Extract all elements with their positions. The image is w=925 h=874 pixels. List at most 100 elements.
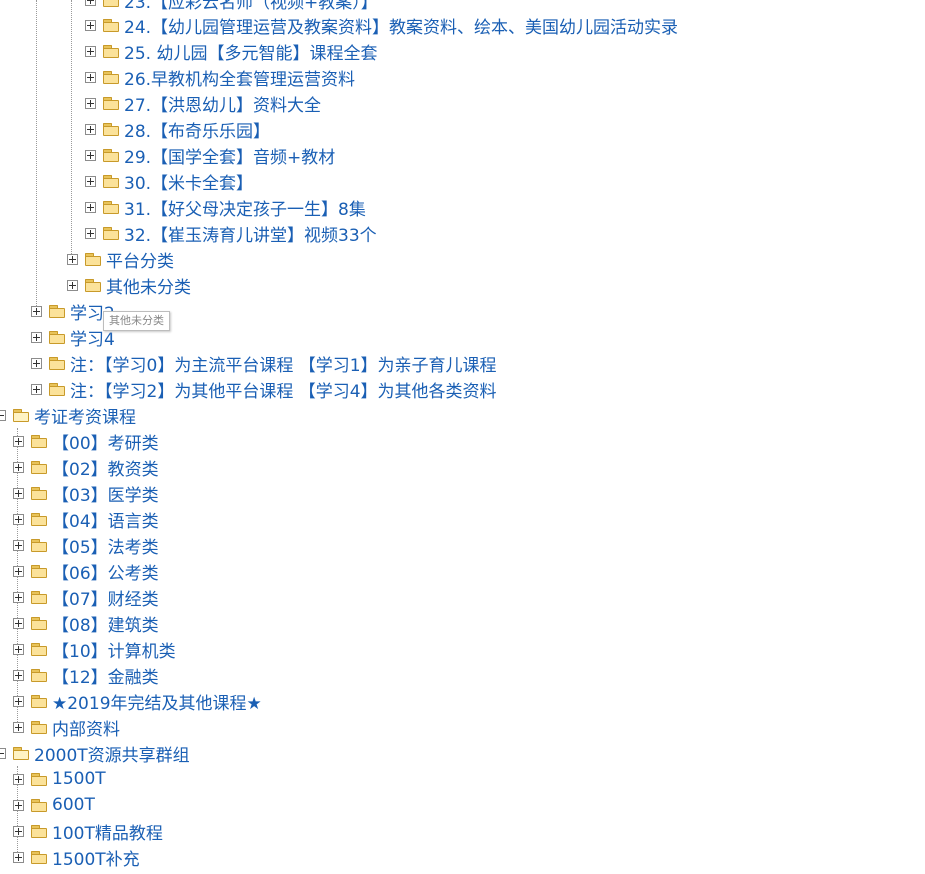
expand-icon[interactable]: [13, 487, 24, 499]
tree-node-label[interactable]: 31.【好父母决定孩子一生】8集: [124, 195, 366, 220]
tree-node-label[interactable]: 平台分类: [106, 247, 174, 272]
tree-node-label[interactable]: 【04】语言类: [52, 507, 159, 532]
expand-icon[interactable]: [13, 643, 24, 655]
tree-node[interactable]: 【02】教资类: [13, 454, 159, 480]
tree-node[interactable]: 25. 幼儿园【多元智能】课程全套: [85, 38, 377, 64]
tree-node[interactable]: 【07】财经类: [13, 584, 159, 610]
tree-node[interactable]: 注：【学习0】为主流平台课程 【学习1】为亲子育儿课程: [31, 350, 497, 376]
tree-node[interactable]: 其他未分类: [67, 272, 191, 298]
expand-icon[interactable]: [13, 591, 24, 603]
tree-node-label[interactable]: 【00】考研类: [52, 429, 159, 454]
folder-icon: [31, 643, 47, 656]
tree-node-label[interactable]: 25. 幼儿园【多元智能】课程全套: [124, 39, 377, 64]
expand-icon[interactable]: [31, 383, 42, 395]
tree-node-label[interactable]: ★2019年完结及其他课程★: [52, 689, 262, 714]
tree-node-label[interactable]: 【07】财经类: [52, 585, 159, 610]
expand-icon[interactable]: [13, 799, 24, 811]
tree-group-label[interactable]: 考证考资课程: [34, 403, 136, 428]
expand-icon[interactable]: [85, 149, 96, 161]
tree-node[interactable]: 26.早教机构全套管理运营资料: [85, 64, 355, 90]
expand-icon[interactable]: [13, 461, 24, 473]
tree-node[interactable]: 【12】金融类: [13, 662, 159, 688]
tree-node[interactable]: 【04】语言类: [13, 506, 159, 532]
tree-node[interactable]: 27.【洪恩幼儿】资料大全: [85, 90, 321, 116]
tree-node-label[interactable]: 24.【幼儿园管理运营及教案资料】教案资料、绘本、美国幼儿园活动实录: [124, 13, 678, 38]
expand-icon[interactable]: [67, 279, 78, 291]
tree-group-label[interactable]: 2000T资源共享群组: [34, 741, 190, 766]
expand-icon[interactable]: [13, 565, 24, 577]
tree-node-label[interactable]: 【02】教资类: [52, 455, 159, 480]
tree-group-exam[interactable]: 考证考资课程: [0, 402, 136, 428]
tree-node-label[interactable]: 100T精品教程: [52, 819, 163, 844]
expand-icon[interactable]: [13, 825, 24, 837]
expand-icon[interactable]: [85, 175, 96, 187]
expand-icon[interactable]: [31, 305, 42, 317]
tree-node-label[interactable]: 1500T补充: [52, 845, 140, 870]
tree-node-label[interactable]: 【08】建筑类: [52, 611, 159, 636]
tree-node[interactable]: 1500T补充: [13, 844, 140, 870]
tree-node-label[interactable]: 【05】法考类: [52, 533, 159, 558]
tree-node[interactable]: 600T: [13, 792, 95, 818]
tree-node[interactable]: 注：【学习2】为其他平台课程 【学习4】为其他各类资料: [31, 376, 497, 402]
tree-node[interactable]: 30.【米卡全套】: [85, 168, 253, 194]
tree-node[interactable]: 28.【布奇乐乐园】: [85, 116, 270, 142]
tree-node[interactable]: 【05】法考类: [13, 532, 159, 558]
tree-node-label[interactable]: 32.【崔玉涛育儿讲堂】视频33个: [124, 221, 377, 246]
tree-node[interactable]: 100T精品教程: [13, 818, 163, 844]
collapse-icon[interactable]: [0, 409, 6, 421]
tree-node[interactable]: 31.【好父母决定孩子一生】8集: [85, 194, 366, 220]
expand-icon[interactable]: [67, 253, 78, 265]
tree-node-label[interactable]: 其他未分类: [106, 273, 191, 298]
tree-node-label[interactable]: 【06】公考类: [52, 559, 159, 584]
expand-icon[interactable]: [13, 539, 24, 551]
expand-icon[interactable]: [13, 851, 24, 863]
tree-node-label[interactable]: 30.【米卡全套】: [124, 169, 253, 194]
folder-icon: [31, 669, 47, 682]
expand-icon[interactable]: [13, 721, 24, 733]
expand-icon[interactable]: [85, 0, 96, 6]
expand-icon[interactable]: [31, 357, 42, 369]
tree-node[interactable]: 【08】建筑类: [13, 610, 159, 636]
tree-node[interactable]: 平台分类: [67, 246, 174, 272]
tree-node-label[interactable]: 23.【应彩云名师（视频+教案）】: [124, 0, 378, 13]
expand-icon[interactable]: [85, 71, 96, 83]
expand-icon[interactable]: [85, 201, 96, 213]
tree-node-label[interactable]: 注：【学习2】为其他平台课程 【学习4】为其他各类资料: [70, 377, 497, 402]
tree-group-share[interactable]: 2000T资源共享群组: [0, 740, 190, 766]
expand-icon[interactable]: [85, 227, 96, 239]
tree-node[interactable]: ★2019年完结及其他课程★: [13, 688, 262, 714]
collapse-icon[interactable]: [0, 747, 6, 759]
tree-node-label[interactable]: 29.【国学全套】音频+教材: [124, 143, 335, 168]
tree-node[interactable]: 24.【幼儿园管理运营及教案资料】教案资料、绘本、美国幼儿园活动实录: [85, 12, 678, 38]
expand-icon[interactable]: [85, 19, 96, 31]
tree-node[interactable]: 【10】计算机类: [13, 636, 176, 662]
expand-icon[interactable]: [13, 773, 24, 785]
expand-icon[interactable]: [85, 123, 96, 135]
tree-node-label[interactable]: 27.【洪恩幼儿】资料大全: [124, 91, 321, 116]
tree-node-label[interactable]: 【03】医学类: [52, 481, 159, 506]
expand-icon[interactable]: [13, 669, 24, 681]
tree-node-label[interactable]: 内部资料: [52, 715, 120, 740]
tree-node-label[interactable]: 26.早教机构全套管理运营资料: [124, 65, 355, 90]
expand-icon[interactable]: [85, 97, 96, 109]
tree-node[interactable]: 内部资料: [13, 714, 120, 740]
tree-node-label[interactable]: 1500T: [52, 769, 106, 789]
folder-icon: [49, 357, 65, 370]
expand-icon[interactable]: [13, 695, 24, 707]
tree-node[interactable]: 1500T: [13, 766, 106, 792]
expand-icon[interactable]: [31, 331, 42, 343]
tree-node[interactable]: 【06】公考类: [13, 558, 159, 584]
tree-node[interactable]: 【03】医学类: [13, 480, 159, 506]
tree-node-label[interactable]: 注：【学习0】为主流平台课程 【学习1】为亲子育儿课程: [70, 351, 497, 376]
tree-node[interactable]: 【00】考研类: [13, 428, 159, 454]
expand-icon[interactable]: [85, 45, 96, 57]
tree-node[interactable]: 29.【国学全套】音频+教材: [85, 142, 335, 168]
expand-icon[interactable]: [13, 435, 24, 447]
expand-icon[interactable]: [13, 513, 24, 525]
tree-node-label[interactable]: 【10】计算机类: [52, 637, 176, 662]
expand-icon[interactable]: [13, 617, 24, 629]
tree-node[interactable]: 32.【崔玉涛育儿讲堂】视频33个: [85, 220, 377, 246]
tree-node-label[interactable]: 【12】金融类: [52, 663, 159, 688]
tree-node-label[interactable]: 600T: [52, 795, 95, 815]
tree-node-label[interactable]: 28.【布奇乐乐园】: [124, 117, 270, 142]
